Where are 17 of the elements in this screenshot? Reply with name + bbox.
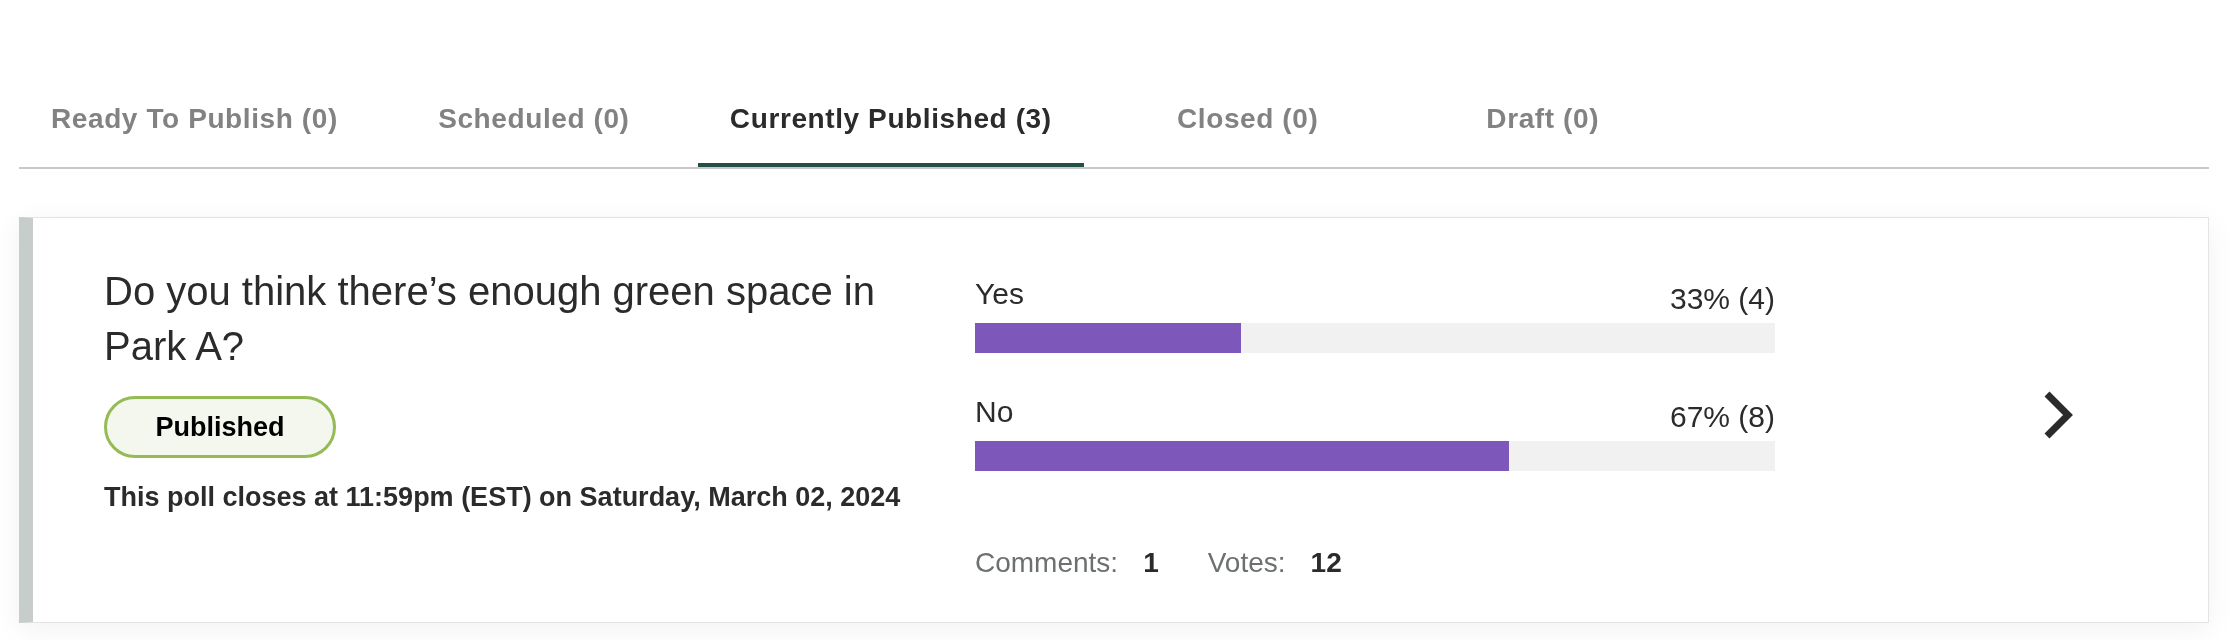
stat-value: 1 [1143,546,1159,580]
closing-date-text: This poll closes at 11:59pm (EST) on Saturday, March 02, 2024 [104,481,901,513]
tab[interactable]: Currently Published (3) [697,80,1084,167]
stat-label: Votes: [1207,546,1286,580]
tab[interactable]: Closed (0) [1116,80,1379,167]
stat-label: Comments: [975,546,1119,580]
option-result: 33% (4) [1669,281,1775,317]
tab[interactable]: Ready To Publish (0) [19,80,370,167]
option-label: No [975,399,1014,425]
stat-value: 12 [1310,546,1342,580]
option-result: 67% (8) [1669,399,1775,435]
option-label: Yes [975,281,1024,307]
poll-question: Do you think there’s enough green space in Park A? [104,268,876,370]
tab[interactable]: Scheduled (0) [402,80,665,167]
tab[interactable]: Draft (0) [1411,80,1674,167]
status-badge: Published [104,396,336,458]
chevron-right-icon[interactable] [2043,391,2073,439]
